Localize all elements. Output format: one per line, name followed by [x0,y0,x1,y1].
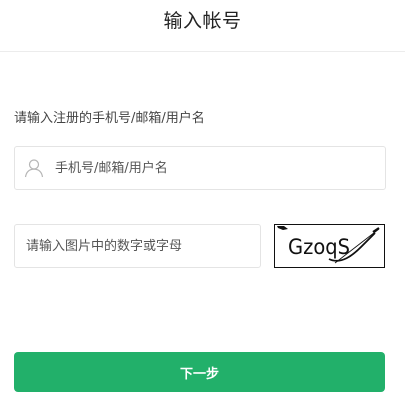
captcha-graphic: GzoqS [277,226,380,264]
captcha-text: GzoqS [288,235,350,259]
user-icon [24,158,44,178]
page-title: 输入帐号 [163,10,242,32]
page: 输入帐号 请输入注册的手机号/邮箱/用户名 GzoqS 下一步 [0,0,405,394]
account-field[interactable] [14,146,386,190]
account-input[interactable] [55,147,375,189]
next-button[interactable]: 下一步 [14,352,385,392]
header: 输入帐号 [0,0,405,52]
captcha-field[interactable] [14,224,261,268]
captcha-image[interactable]: GzoqS [274,224,385,268]
captcha-input[interactable] [26,225,252,267]
account-prompt: 请输入注册的手机号/邮箱/用户名 [14,111,205,126]
